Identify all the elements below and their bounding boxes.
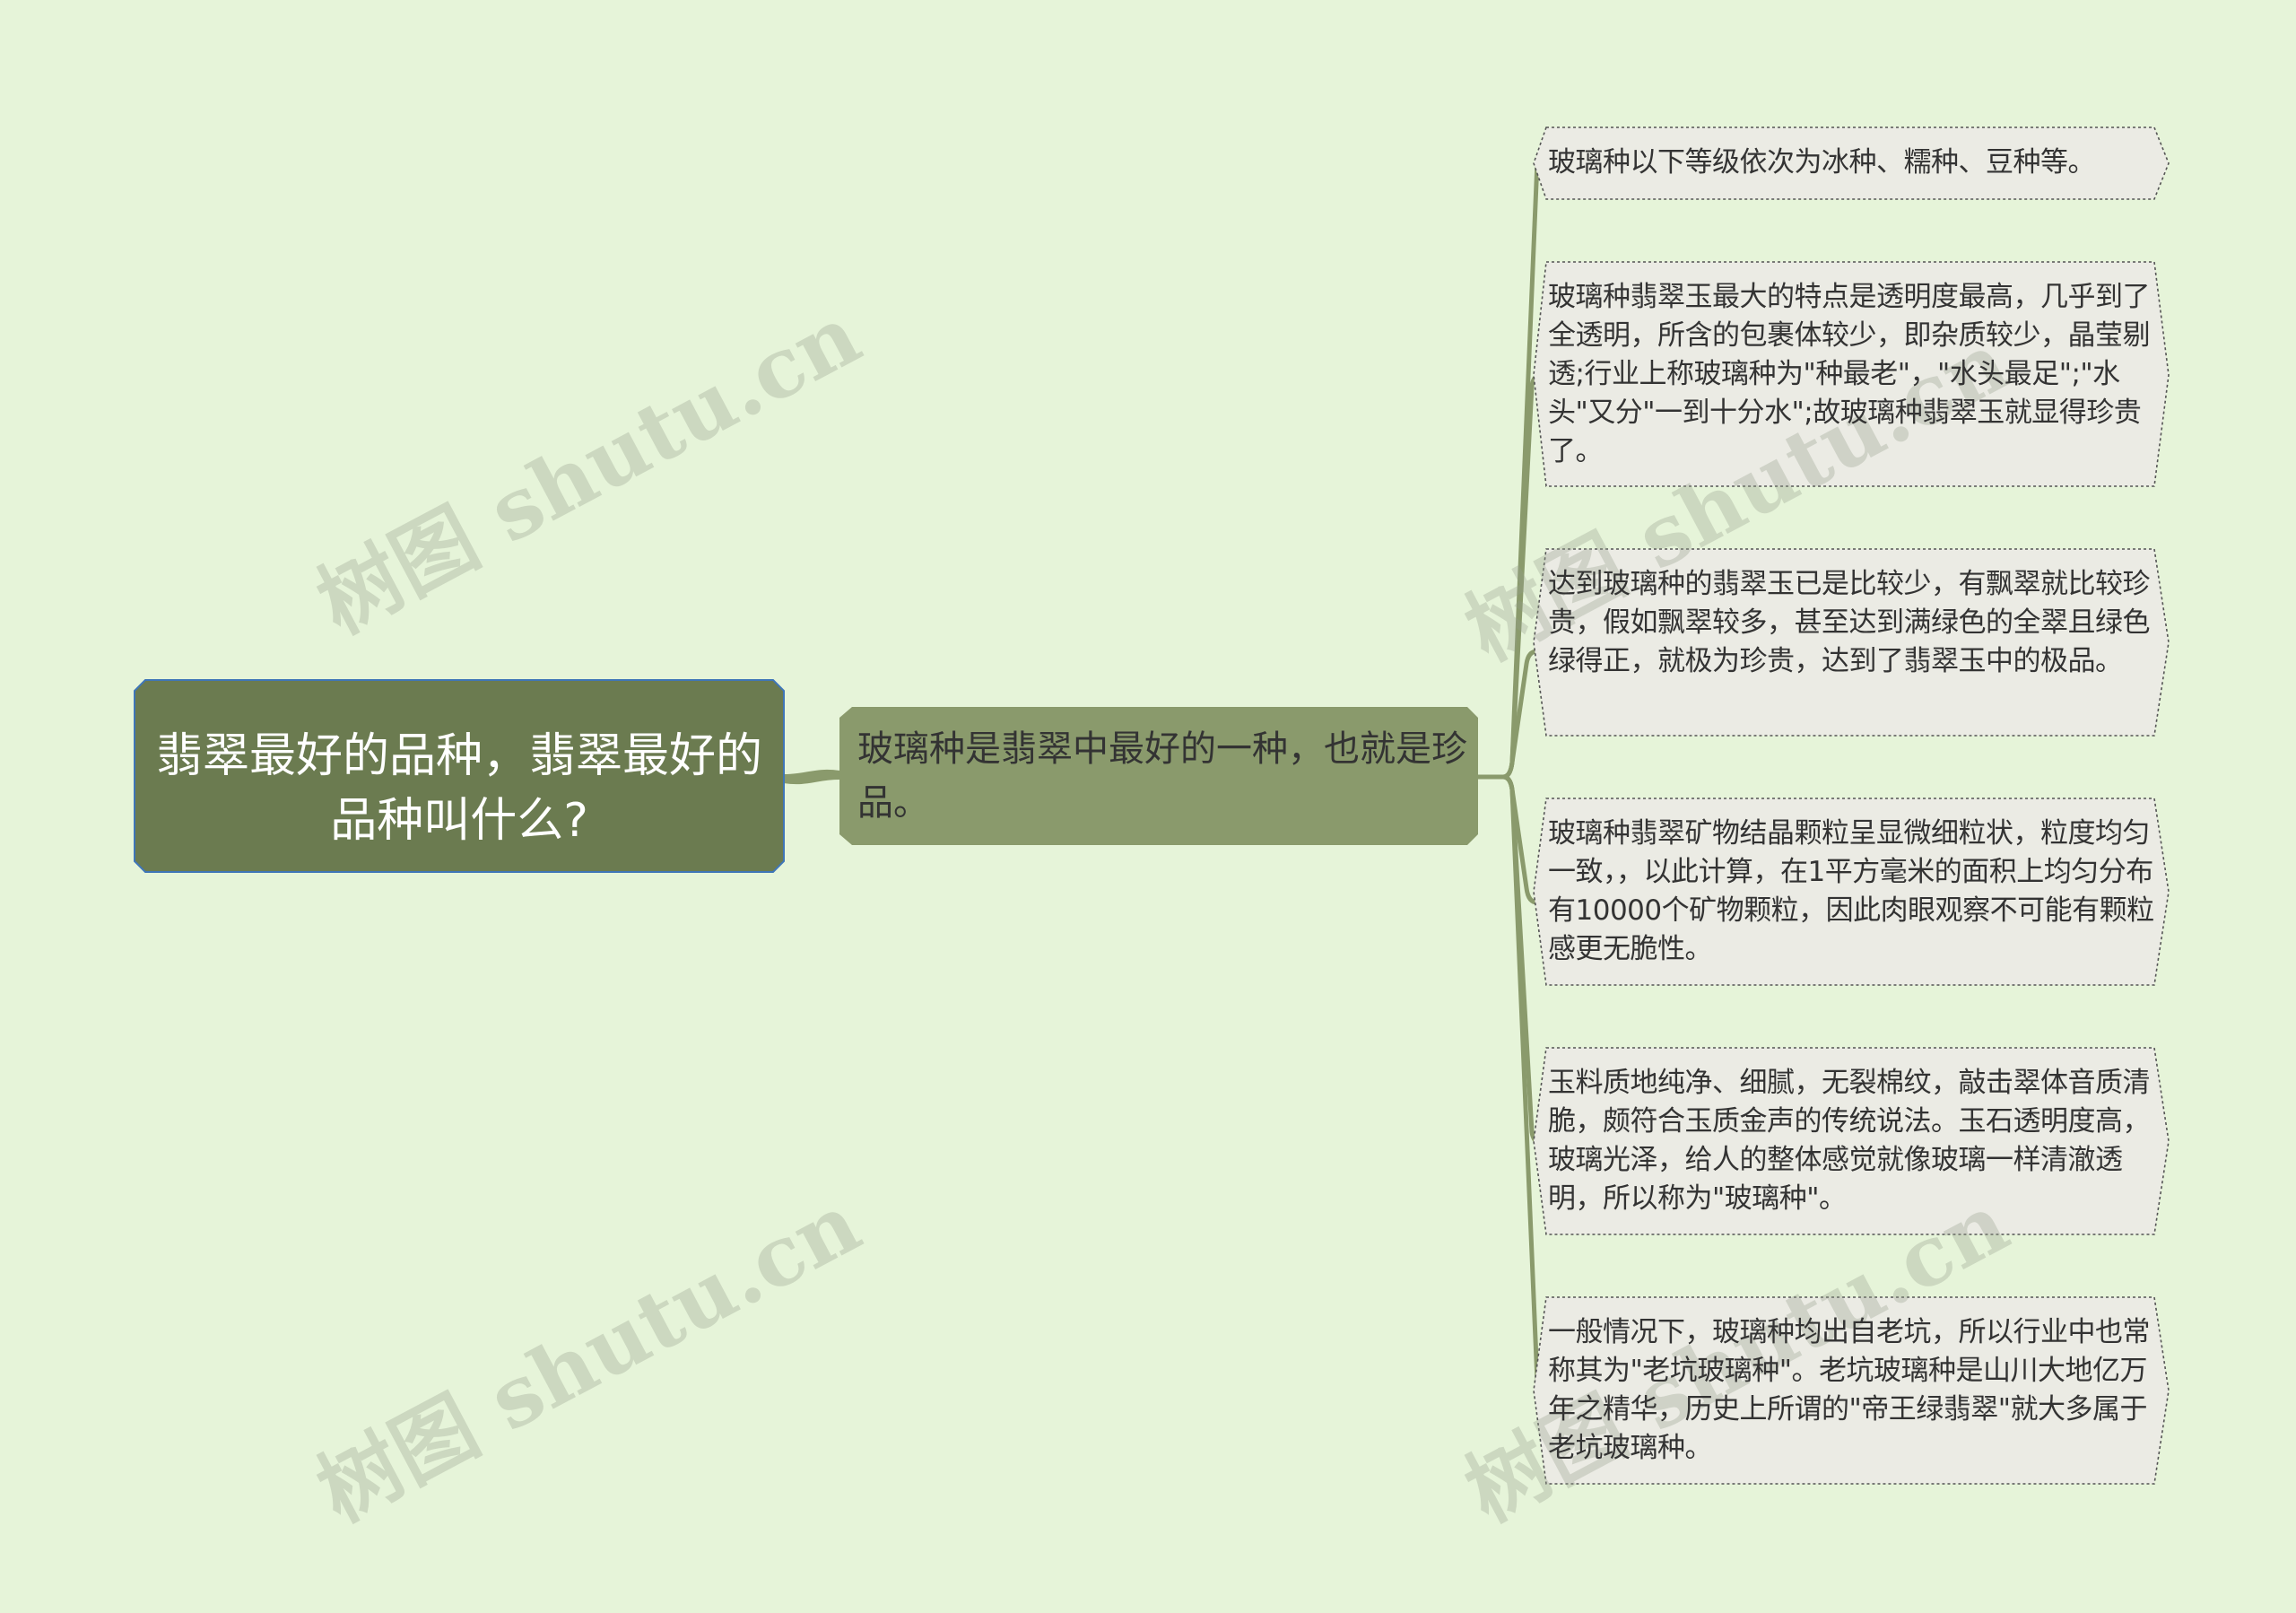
leaf-node-5[interactable]: 玉料质地纯净、细腻，无裂棉纹，敲击翠体音质清脆，颇符合玉质金声的传统说法。玉石透… <box>1548 1064 2156 1218</box>
root-node[interactable]: 翡翠最好的品种，翡翠最好的品种叫什么? <box>135 703 784 874</box>
connector-root-main <box>781 769 842 785</box>
connector-leaf-3 <box>1502 649 1538 780</box>
leaf-connectors <box>1478 152 1547 1393</box>
connector-leaf-5 <box>1502 774 1542 1146</box>
leaf-node-6[interactable]: 一般情况下，玻璃种均出自老坑，所以行业中也常称其为"老坑玻璃种"。老坑玻璃种是山… <box>1548 1313 2156 1468</box>
leaf-node-1[interactable]: 玻璃种以下等级依次为冰种、糯种、豆种等。 <box>1548 144 2156 182</box>
leaf-node-label: 玻璃种以下等级依次为冰种、糯种、豆种等。 <box>1548 146 2096 179</box>
leaf-node-label: 达到玻璃种的翡翠玉已是比较少，有飘翠就比较珍贵，假如飘翠较多，甚至达到满绿色的全… <box>1548 568 2151 677</box>
leaf-node-label: 玉料质地纯净、细腻，无裂棉纹，敲击翠体音质清脆，颇符合玉质金声的传统说法。玉石透… <box>1548 1067 2151 1215</box>
root-node-label: 翡翠最好的品种，翡翠最好的品种叫什么? <box>155 729 762 848</box>
main-node[interactable]: 玻璃种是翡翠中最好的一种，也就是珍品。 <box>857 722 1467 830</box>
leaf-node-4[interactable]: 玻璃种翡翠矿物结晶颗粒呈显微细粒状，粒度均匀一致，，以此计算，在1平方毫米的面积… <box>1548 815 2156 969</box>
connector-leaf-1 <box>1478 152 1547 780</box>
leaf-node-label: 玻璃种翡翠矿物结晶颗粒呈显微细粒状，粒度均匀一致，，以此计算，在1平方毫米的面积… <box>1548 817 2154 965</box>
leaf-node-label: 一般情况下，玻璃种均出自老坑，所以行业中也常称其为"老坑玻璃种"。老坑玻璃种是山… <box>1548 1316 2151 1464</box>
leaf-node-2[interactable]: 玻璃种翡翠玉最大的特点是透明度最高，几乎到了全透明，所含的包裹体较少，即杂质较少… <box>1548 278 2156 471</box>
leaf-node-label: 玻璃种翡翠玉最大的特点是透明度最高，几乎到了全透明，所含的包裹体较少，即杂质较少… <box>1548 281 2151 467</box>
main-node-label: 玻璃种是翡翠中最好的一种，也就是珍品。 <box>857 728 1467 824</box>
leaf-node-3[interactable]: 达到玻璃种的翡翠玉已是比较少，有飘翠就比较珍贵，假如飘翠较多，甚至达到满绿色的全… <box>1548 565 2156 681</box>
connector-leaf-4 <box>1502 774 1538 905</box>
connector-leaf-2 <box>1502 372 1542 780</box>
